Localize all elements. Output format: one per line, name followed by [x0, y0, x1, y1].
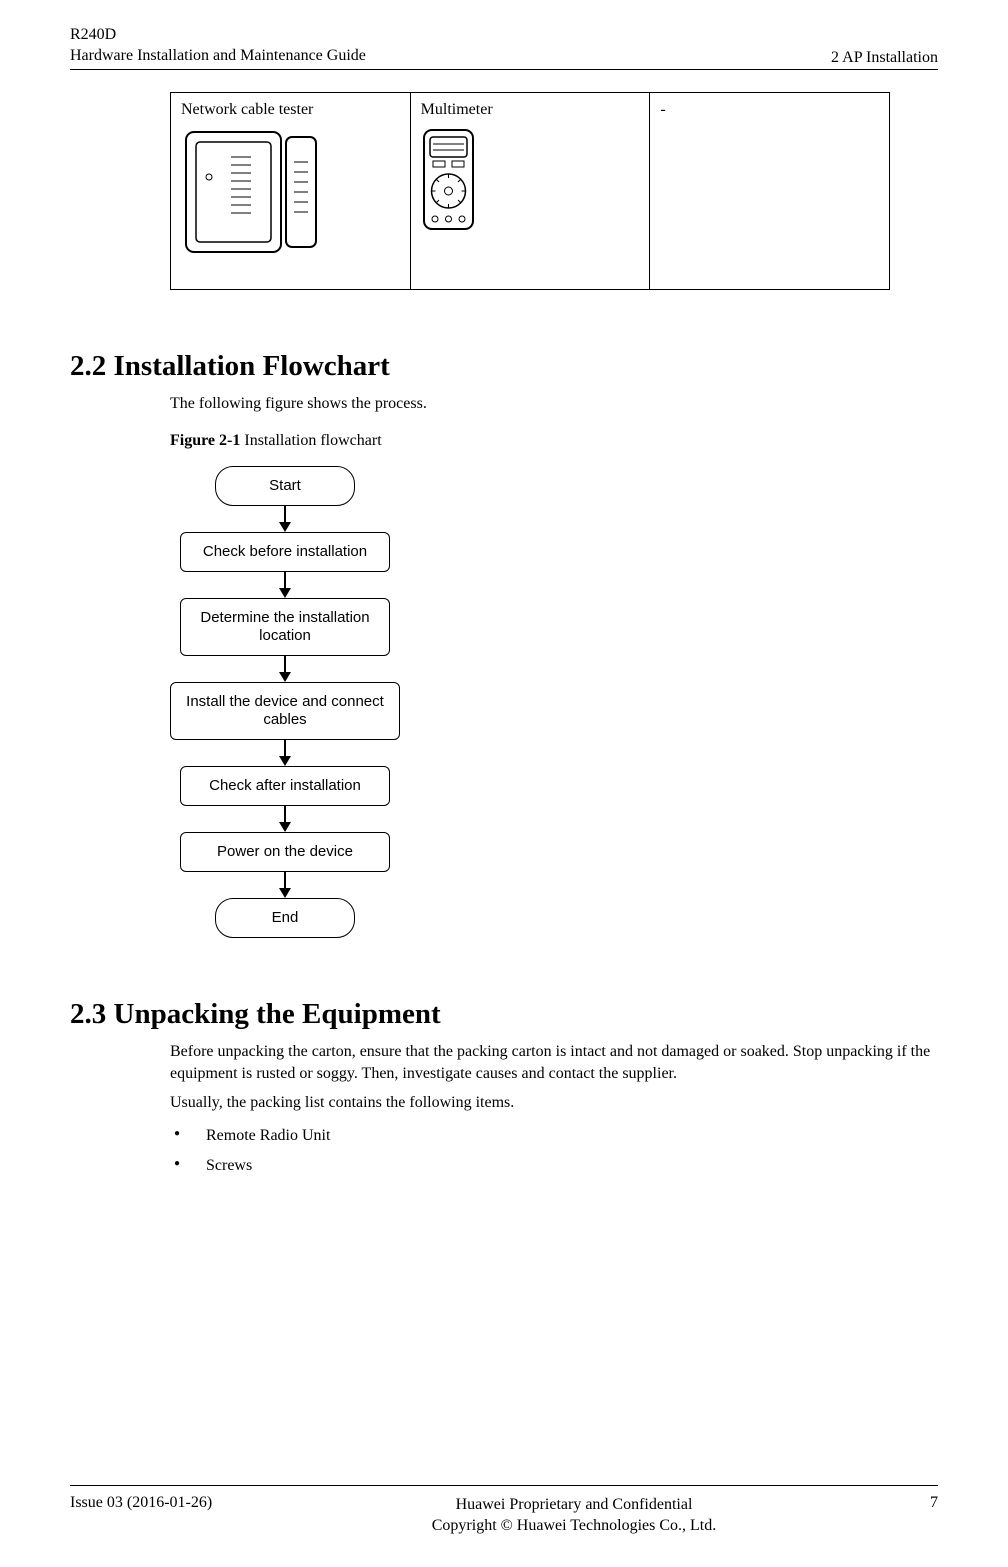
figure-label: Figure 2-1 [170, 432, 240, 449]
flow-arrow-icon [170, 806, 400, 832]
issue-date: Issue 03 (2016-01-26) [70, 1494, 270, 1512]
figure-title: Installation flowchart [244, 432, 381, 449]
flow-node-install: Install the device and connect cables [170, 682, 400, 740]
guide-title: Hardware Installation and Maintenance Gu… [70, 46, 366, 67]
unpacking-para-2: Usually, the packing list contains the f… [170, 1092, 938, 1114]
tool-label: - [660, 101, 879, 119]
installation-flowchart: Start Check before installation Determin… [170, 466, 938, 938]
tools-table: Network cable tester [170, 92, 890, 290]
proprietary-notice: Huawei Proprietary and Confidential [270, 1494, 878, 1516]
flow-node-power-on: Power on the device [180, 832, 390, 872]
flow-arrow-icon [170, 872, 400, 898]
flow-arrow-icon [170, 656, 400, 682]
tool-cell-empty: - [650, 92, 890, 289]
flow-arrow-icon [170, 740, 400, 766]
page-header: R240D Hardware Installation and Maintena… [70, 25, 938, 70]
page-number: 7 [878, 1494, 938, 1512]
flow-node-check-before: Check before installation [180, 532, 390, 572]
list-item: Remote Radio Unit [170, 1124, 938, 1148]
page-content: Network cable tester [70, 70, 938, 1485]
tool-label: Network cable tester [181, 101, 400, 119]
tool-cell-multimeter: Multimeter [410, 92, 650, 289]
header-left: R240D Hardware Installation and Maintena… [70, 25, 366, 67]
flow-arrow-icon [170, 506, 400, 532]
unpacking-para-1: Before unpacking the carton, ensure that… [170, 1041, 938, 1084]
list-item: Screws [170, 1154, 938, 1178]
table-row: Network cable tester [171, 92, 890, 289]
section-heading-2-2: 2.2 Installation Flowchart [70, 350, 938, 383]
flow-node-start: Start [215, 466, 355, 506]
section-intro: The following figure shows the process. [170, 393, 938, 415]
network-cable-tester-icon [181, 127, 321, 257]
packing-list: Remote Radio Unit Screws [170, 1124, 938, 1178]
copyright-notice: Copyright © Huawei Technologies Co., Ltd… [270, 1515, 878, 1537]
product-code: R240D [70, 25, 366, 46]
tool-label: Multimeter [421, 101, 640, 119]
flow-node-check-after: Check after installation [180, 766, 390, 806]
flow-node-determine: Determine the installation location [180, 598, 390, 656]
flow-node-end: End [215, 898, 355, 938]
flow-arrow-icon [170, 572, 400, 598]
multimeter-icon [421, 127, 476, 232]
tool-cell-network-tester: Network cable tester [171, 92, 411, 289]
page-footer: Issue 03 (2016-01-26) Huawei Proprietary… [70, 1485, 938, 1537]
footer-center: Huawei Proprietary and Confidential Copy… [270, 1494, 878, 1537]
section-heading-2-3: 2.3 Unpacking the Equipment [70, 998, 938, 1031]
figure-caption: Figure 2-1 Installation flowchart [170, 432, 938, 450]
chapter-label: 2 AP Installation [831, 49, 938, 67]
